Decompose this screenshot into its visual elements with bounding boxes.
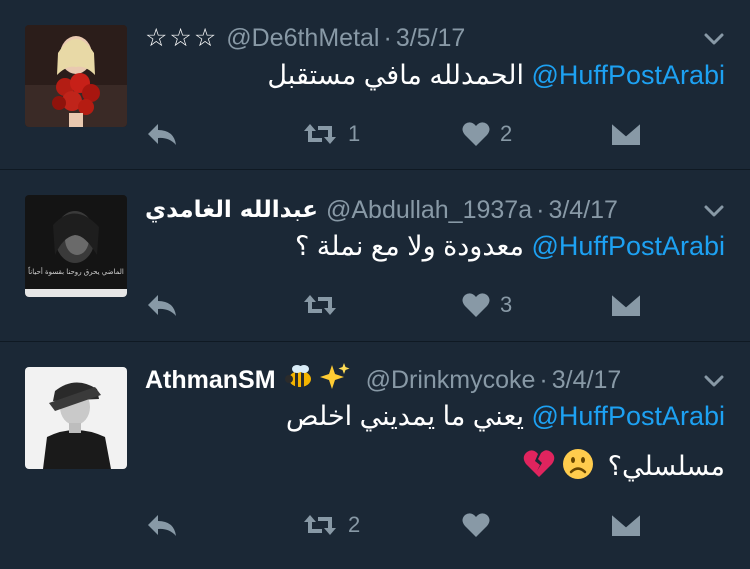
avatar[interactable]: الماضي يحرق روحنا بقسوة أحياناً xyxy=(25,195,127,297)
heart-icon xyxy=(462,293,490,317)
reply-icon xyxy=(148,295,176,316)
reply-icon xyxy=(148,515,176,536)
like-button[interactable] xyxy=(462,508,490,542)
user-handle[interactable]: @De6thMetal xyxy=(226,24,379,53)
retweet-icon xyxy=(304,295,336,315)
sparkles-icon xyxy=(319,362,350,399)
envelope-icon xyxy=(611,513,641,536)
bee-icon xyxy=(284,363,314,398)
tweet-text-arabic: يعني ما يمديني اخلص xyxy=(285,401,524,431)
mention-link[interactable]: @HuffPostArabi xyxy=(532,231,726,261)
tweet[interactable]: AthmanSM @Drinkmycoke · 3/4/17 يعني ما ي… xyxy=(0,342,750,569)
tweet-text: يعني ما يمديني اخلص @HuffPostArabi xyxy=(145,399,725,433)
envelope-icon xyxy=(611,293,641,316)
tweet-date[interactable]: 3/4/17 xyxy=(548,196,618,225)
avatar-caption: الماضي يحرق روحنا بقسوة أحياناً xyxy=(28,268,124,276)
tweet-text-arabic-line2: مسلسلي؟ xyxy=(607,451,725,482)
retweet-count: 2 xyxy=(348,512,361,537)
tweet-text: معدودة ولا مع نملة ؟ @HuffPostArabi xyxy=(145,229,725,263)
reply-button[interactable] xyxy=(145,508,179,542)
dm-button[interactable] xyxy=(610,288,642,322)
heart-icon xyxy=(462,513,490,537)
reply-button[interactable] xyxy=(145,288,179,322)
dm-button[interactable] xyxy=(610,117,642,151)
tweet-actions: 2 xyxy=(145,508,750,542)
heart-icon xyxy=(462,122,490,146)
tweet-header: عبدالله الغامدي @Abdullah_1937a · 3/4/17 xyxy=(145,194,680,226)
envelope-icon xyxy=(611,122,641,145)
tweet-text: الحمدلله مافي مستقبل @HuffPostArabi xyxy=(145,58,725,92)
chevron-down-icon[interactable] xyxy=(702,369,726,393)
reply-button[interactable] xyxy=(145,117,179,151)
chevron-down-icon[interactable] xyxy=(702,199,726,223)
tweet-text-line2: مسلسلي؟ xyxy=(145,448,725,488)
mention-link[interactable]: @HuffPostArabi xyxy=(532,401,726,431)
like-count: 2 xyxy=(500,121,513,146)
separator-dot: · xyxy=(383,23,392,52)
retweet-button[interactable] xyxy=(302,288,348,322)
dm-button[interactable] xyxy=(610,508,642,542)
reply-icon xyxy=(148,124,176,145)
broken-heart-icon xyxy=(523,449,555,487)
tweet-header: AthmanSM @Drinkmycoke · 3/4/17 xyxy=(145,362,680,399)
tweet[interactable]: الماضي يحرق روحنا بقسوة أحياناً عبدالله … xyxy=(0,170,750,342)
separator-dot: · xyxy=(539,365,548,394)
frowning-face-icon xyxy=(562,448,594,488)
retweet-icon xyxy=(304,515,336,535)
like-count: 3 xyxy=(500,292,513,317)
display-name[interactable]: عبدالله الغامدي xyxy=(145,197,318,223)
chevron-down-icon[interactable] xyxy=(702,27,726,51)
like-button[interactable]: 3 xyxy=(462,288,512,322)
user-handle[interactable]: @Drinkmycoke xyxy=(366,366,536,395)
tweet-actions: 3 xyxy=(145,288,750,322)
display-name[interactable]: AthmanSM xyxy=(145,366,276,395)
mention-link[interactable]: @HuffPostArabi xyxy=(532,60,726,90)
tweet-header: ☆☆☆ @De6thMetal · 3/5/17 xyxy=(145,22,680,54)
retweet-icon xyxy=(304,124,336,144)
retweet-button[interactable]: 2 xyxy=(302,508,360,542)
avatar[interactable] xyxy=(25,25,127,127)
separator-dot: · xyxy=(536,195,545,224)
tweet-date[interactable]: 3/5/17 xyxy=(396,24,466,53)
tweet-text-arabic: معدودة ولا مع نملة ؟ xyxy=(294,231,524,261)
retweet-button[interactable]: 1 xyxy=(302,117,360,151)
avatar[interactable] xyxy=(25,367,127,469)
like-button[interactable]: 2 xyxy=(462,117,512,151)
display-name[interactable]: ☆☆☆ xyxy=(145,23,218,53)
tweet-date[interactable]: 3/4/17 xyxy=(552,366,622,395)
user-handle[interactable]: @Abdullah_1937a xyxy=(326,196,532,225)
tweet-text-arabic: الحمدلله مافي مستقبل xyxy=(267,60,524,90)
tweet-actions: 1 2 xyxy=(145,117,750,151)
retweet-count: 1 xyxy=(348,121,361,146)
tweet[interactable]: ☆☆☆ @De6thMetal · 3/5/17 الحمدلله مافي م… xyxy=(0,0,750,170)
